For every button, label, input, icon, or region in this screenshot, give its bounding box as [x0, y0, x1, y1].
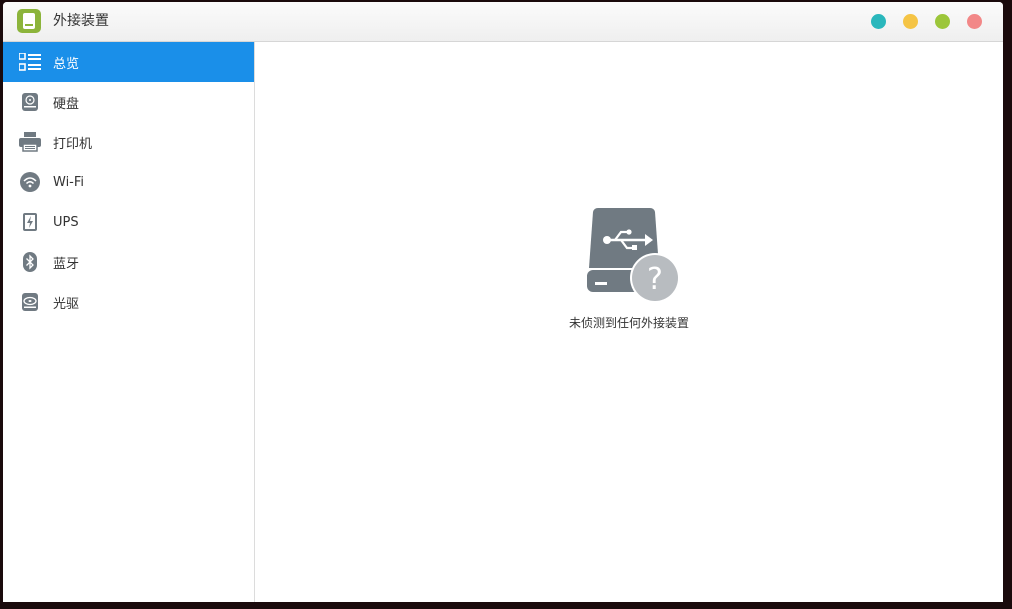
sidebar-item-label: 光驱: [53, 296, 80, 312]
sidebar-item-wifi[interactable]: Wi-Fi: [3, 162, 254, 202]
help-button[interactable]: [871, 14, 886, 29]
window-title: 外接装置: [53, 13, 109, 29]
sidebar-item-label: 蓝牙: [53, 256, 80, 272]
sidebar-item-label: 打印机: [53, 136, 93, 152]
maximize-button[interactable]: [935, 14, 950, 29]
sidebar-item-printer[interactable]: 打印机: [3, 122, 254, 162]
wifi-icon: [19, 171, 41, 193]
overview-list-icon: [19, 51, 41, 73]
empty-state-message: 未侦测到任何外接装置: [568, 316, 689, 330]
sidebar-item-label: UPS: [53, 214, 79, 230]
title-bar[interactable]: 外接装置: [3, 2, 1003, 42]
sidebar-item-hard-disk[interactable]: 硬盘: [3, 82, 254, 122]
app-icon: [17, 9, 41, 33]
window: 外接装置 总览 硬盘 打印机 Wi-Fi UPS 蓝牙 光驱 ? 未侦测到任何外…: [3, 2, 1003, 602]
sidebar-item-ups[interactable]: UPS: [3, 202, 254, 242]
optical-drive-icon: [19, 291, 41, 313]
hard-disk-icon: [19, 91, 41, 113]
printer-icon: [19, 131, 41, 153]
sidebar-item-label: 总览: [53, 56, 80, 72]
minimize-button[interactable]: [903, 14, 918, 29]
svg-text:?: ?: [647, 262, 663, 297]
bluetooth-icon: [19, 251, 41, 273]
ups-icon: [19, 211, 41, 233]
sidebar-item-label: Wi-Fi: [53, 174, 85, 190]
sidebar: 总览 硬盘 打印机 Wi-Fi UPS 蓝牙 光驱: [3, 42, 255, 602]
sidebar-item-bluetooth[interactable]: 蓝牙: [3, 242, 254, 282]
sidebar-item-optical-drive[interactable]: 光驱: [3, 282, 254, 322]
usb-device-unknown-icon: ?: [583, 208, 683, 304]
close-button[interactable]: [967, 14, 982, 29]
main-content: ? 未侦测到任何外接装置: [255, 42, 1003, 602]
sidebar-item-overview[interactable]: 总览: [3, 42, 254, 82]
sidebar-item-label: 硬盘: [53, 96, 80, 112]
